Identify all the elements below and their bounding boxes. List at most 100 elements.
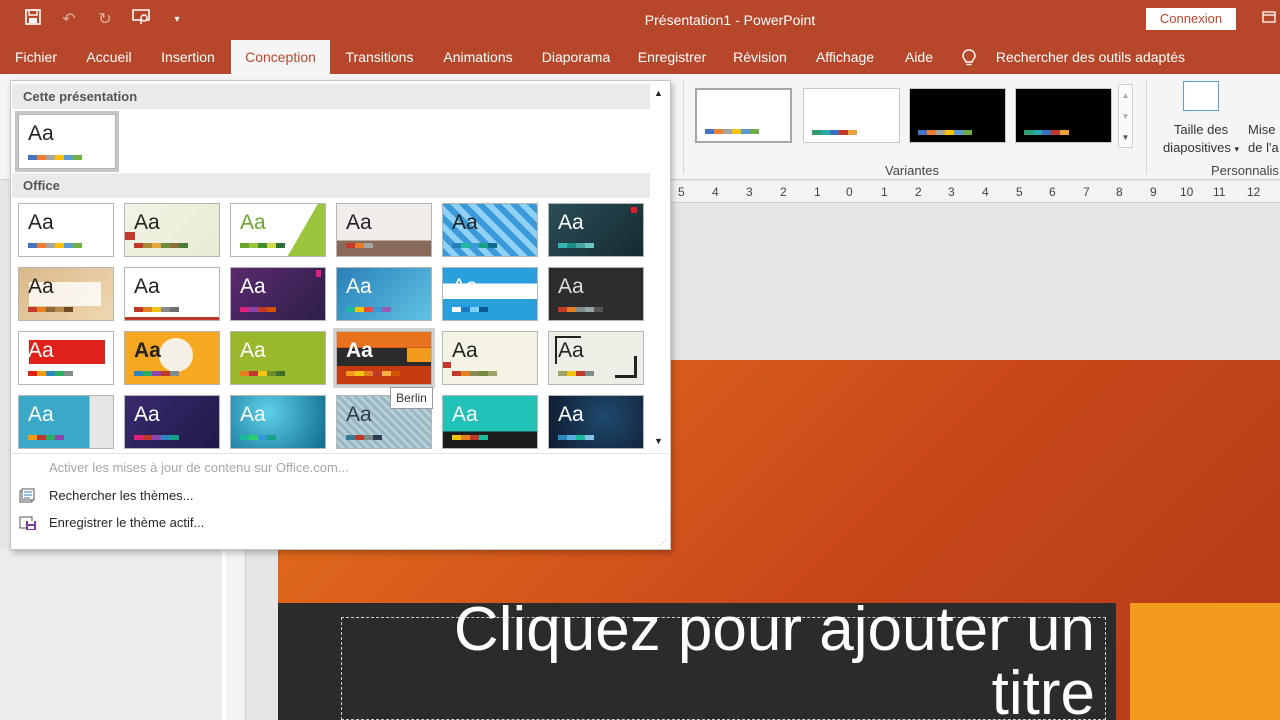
ruler-label: 1 [881, 185, 888, 199]
ruler-label: 5 [1016, 185, 1023, 199]
gallery-scroll-up-icon[interactable]: ▲ [654, 88, 663, 98]
theme-preview-text: Aa [558, 275, 584, 298]
theme-circuit[interactable]: Aa [336, 267, 432, 321]
theme-office[interactable]: Aa [18, 203, 114, 257]
format-background-button[interactable]: Mise de l'a [1248, 121, 1279, 157]
section-this-presentation: Cette présentation [12, 84, 650, 109]
ruler-label: 3 [948, 185, 955, 199]
theme-preview-text: Aa [558, 211, 584, 234]
tell-me-search[interactable]: Rechercher des outils adaptés [962, 40, 1185, 74]
tab-revision[interactable]: Révision [720, 40, 800, 74]
slide-size-icon [1183, 81, 1219, 111]
theme-droplet[interactable]: Aa [230, 395, 326, 449]
variant-3[interactable] [909, 88, 1006, 143]
theme-tooltip: Berlin [390, 387, 433, 409]
theme-dividend[interactable]: Aa [442, 267, 538, 321]
ribbon-display-options-icon[interactable] [1262, 10, 1276, 28]
ribbon-tabs: Fichier Accueil Insertion Conception Tra… [0, 40, 1280, 74]
tab-animations[interactable]: Animations [428, 40, 528, 74]
resize-grip-icon[interactable]: ⋰ [659, 538, 667, 547]
ruler-label: 9 [1150, 185, 1157, 199]
theme-preview-text: Aa [28, 339, 54, 362]
ruler-label: 4 [712, 185, 719, 199]
tab-enregistrer[interactable]: Enregistrer [624, 40, 720, 74]
theme-integral[interactable]: Aa [124, 267, 220, 321]
variants-scroll[interactable]: ▲ ▼ ▼ [1118, 84, 1133, 148]
tab-accueil[interactable]: Accueil [72, 40, 146, 74]
theme-preview-text: Aa [134, 403, 160, 426]
slide-size-label-1: Taille des [1173, 122, 1229, 137]
document-title: Présentation1 - PowerPoint [644, 12, 816, 28]
theme-celestial[interactable]: Aa [230, 267, 326, 321]
theme-preview-text: Aa [28, 403, 54, 426]
lightbulb-icon [962, 40, 978, 74]
theme-vapor[interactable]: Aa [442, 395, 538, 449]
theme-facet[interactable]: Aa [124, 203, 220, 257]
theme-badge[interactable]: Aa [124, 331, 220, 385]
theme-pattern[interactable]: Aa [442, 203, 538, 257]
ruler-label: 7 [1083, 185, 1090, 199]
format-background-label-1: Mise [1248, 122, 1276, 137]
slide-size-button[interactable]: Taille des diapositives ▾ [1158, 81, 1244, 158]
ruler-label: 5 [678, 185, 685, 199]
theme-current[interactable]: Aa [15, 111, 119, 172]
theme-preview-text: Aa [346, 275, 372, 298]
ruler-label: 12 [1247, 185, 1261, 199]
ruler-label: 0 [846, 185, 853, 199]
more-variants-icon[interactable]: ▼ [1119, 127, 1132, 148]
theme-parallax[interactable]: Aa [18, 395, 114, 449]
theme-preview-text: Aa [558, 339, 584, 362]
menu-save-theme[interactable]: Enregistrer le thème actif... [49, 515, 204, 530]
variant-4[interactable] [1015, 88, 1112, 143]
theme-preview-text: Aa [240, 339, 266, 362]
theme-ion[interactable]: Aa [230, 203, 326, 257]
tab-aide[interactable]: Aide [890, 40, 948, 74]
theme-slice[interactable]: Aa [548, 267, 644, 321]
theme-gallery[interactable]: Aa [230, 331, 326, 385]
slide-accent-block [1130, 603, 1280, 720]
theme-berlin[interactable]: Aa [333, 328, 435, 388]
ribbon-separator [683, 80, 684, 174]
ribbon-separator [1146, 80, 1147, 174]
theme-preview-text: Aa [346, 211, 372, 234]
theme-preview-text: Aa [28, 122, 54, 145]
tab-diaporama[interactable]: Diaporama [528, 40, 624, 74]
theme-frame[interactable]: Aa [442, 331, 538, 385]
theme-organic[interactable]: Aa [336, 203, 432, 257]
theme-headlines[interactable]: Aa [18, 331, 114, 385]
slide-title-placeholder[interactable]: Cliquez pour ajouter un titre [360, 598, 1095, 720]
section-office: Office [12, 173, 650, 198]
tab-insertion[interactable]: Insertion [146, 40, 230, 74]
ruler-label: 2 [780, 185, 787, 199]
connexion-button[interactable]: Connexion [1146, 8, 1236, 30]
ruler-label: 11 [1213, 185, 1226, 199]
variant-2[interactable] [803, 88, 900, 143]
theme-wisp[interactable]: Aa [548, 203, 644, 257]
tab-affichage[interactable]: Affichage [800, 40, 890, 74]
menu-browse-themes[interactable]: Rechercher les thèmes... [49, 488, 194, 503]
menu-enable-updates[interactable]: Activer les mises à jour de contenu sur … [49, 460, 349, 475]
slide-thumbnail-pane[interactable] [0, 548, 226, 720]
tab-transitions[interactable]: Transitions [331, 40, 428, 74]
theme-depth[interactable]: Aa [548, 395, 644, 449]
ruler-label: 8 [1116, 185, 1123, 199]
gallery-scroll-down-icon[interactable]: ▼ [654, 436, 663, 446]
scroll-down-icon[interactable]: ▼ [1119, 106, 1132, 127]
tab-conception[interactable]: Conception [231, 40, 330, 74]
horizontal-ruler: 5 4 3 2 1 0 1 2 3 4 5 6 7 8 9 10 11 12 [670, 181, 1280, 203]
theme-view[interactable]: Aa [548, 331, 644, 385]
theme-preview-text: Aa [28, 211, 54, 234]
theme-gallery-dropdown: Cette présentation ▲ Aa Office Aa Aa Aa … [10, 80, 671, 550]
format-background-label-2: de l'a [1248, 140, 1279, 155]
theme-quotable[interactable]: Aa [124, 395, 220, 449]
variant-1[interactable] [695, 88, 792, 143]
theme-preview-text: Aa [452, 339, 478, 362]
scroll-up-icon[interactable]: ▲ [1119, 85, 1132, 106]
gallery-divider [12, 453, 669, 454]
theme-savon[interactable]: Aa [18, 267, 114, 321]
tab-fichier[interactable]: Fichier [0, 40, 72, 74]
theme-preview-text: Aa [452, 275, 478, 298]
customize-group-label: Personnalis [1211, 163, 1279, 178]
ruler-label: 10 [1180, 185, 1194, 199]
theme-preview-text: Aa [452, 403, 478, 426]
